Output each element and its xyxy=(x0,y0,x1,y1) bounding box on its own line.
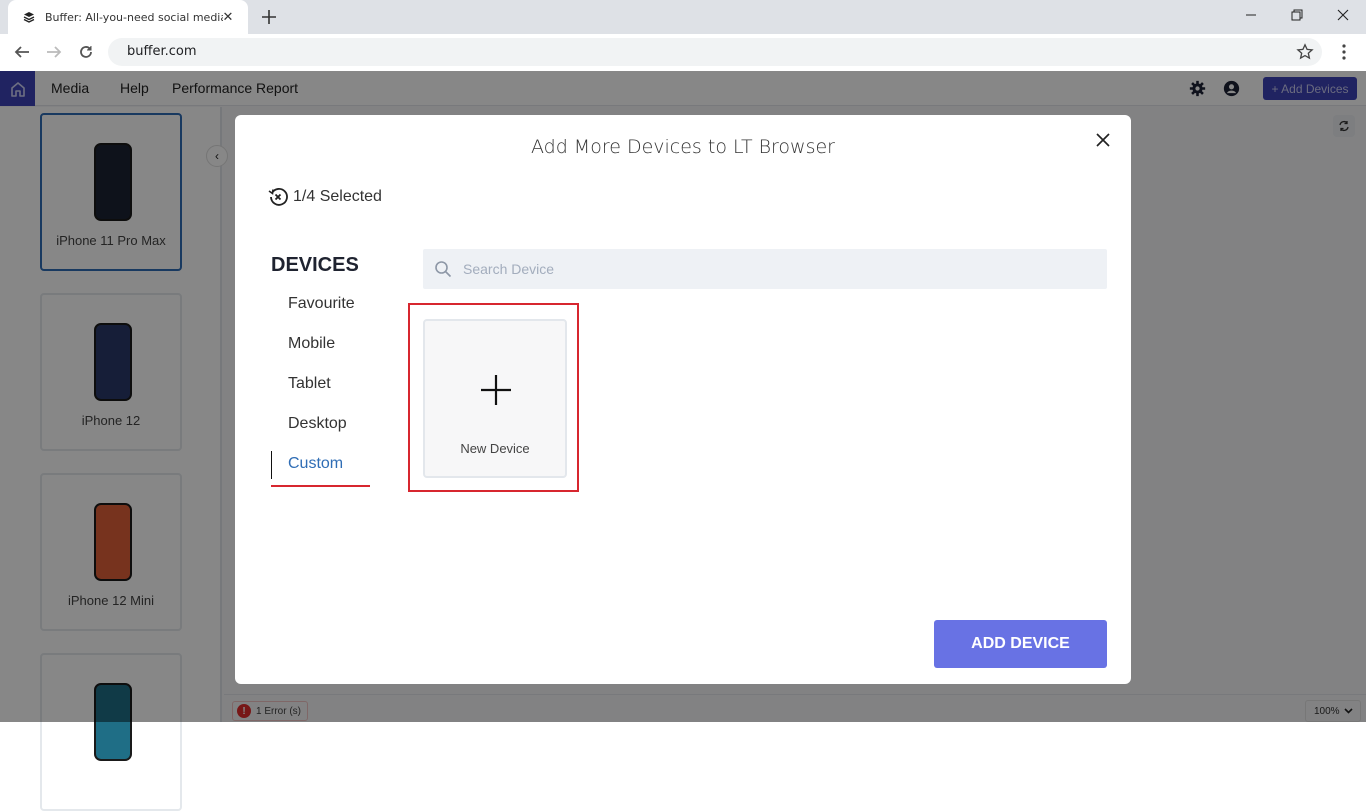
url-text: buffer.com xyxy=(127,44,197,59)
close-modal-button[interactable] xyxy=(1092,129,1114,151)
new-device-card[interactable]: New Device xyxy=(423,319,567,478)
reload-icon xyxy=(80,46,92,58)
reset-selection-icon[interactable] xyxy=(268,187,288,207)
reload-button[interactable] xyxy=(74,40,98,64)
active-category-indicator xyxy=(271,451,272,479)
arrow-left-icon xyxy=(14,46,29,58)
restore-icon xyxy=(1291,9,1303,21)
address-bar[interactable]: buffer.com xyxy=(108,38,1322,66)
category-custom[interactable]: Custom xyxy=(288,455,343,473)
back-button[interactable] xyxy=(10,40,34,64)
close-icon xyxy=(1096,133,1110,147)
forward-button[interactable] xyxy=(42,40,66,64)
add-devices-modal: Add More Devices to LT Browser 1/4 Selec… xyxy=(235,115,1131,684)
category-desktop[interactable]: Desktop xyxy=(288,415,347,433)
selection-counter: 1/4 Selected xyxy=(268,187,382,207)
search-device-box xyxy=(423,249,1107,289)
close-tab-icon[interactable]: ✕ xyxy=(220,9,236,25)
new-tab-button[interactable] xyxy=(258,6,280,28)
category-tablet[interactable]: Tablet xyxy=(288,375,331,393)
tab-title: Buffer: All-you-need social media toolki… xyxy=(45,10,223,24)
category-favourite[interactable]: Favourite xyxy=(288,295,355,313)
plus-icon xyxy=(481,375,511,405)
close-icon xyxy=(1337,9,1349,21)
arrow-right-icon xyxy=(47,46,62,58)
active-category-underline xyxy=(271,485,370,487)
devices-heading: DEVICES xyxy=(271,254,359,276)
category-mobile[interactable]: Mobile xyxy=(288,335,335,353)
selected-count: 1/4 Selected xyxy=(293,188,382,205)
plus-icon xyxy=(262,10,276,24)
add-device-button[interactable]: ADD DEVICE xyxy=(934,620,1107,668)
search-icon xyxy=(435,261,452,278)
close-window-button[interactable] xyxy=(1320,0,1366,30)
restore-button[interactable] xyxy=(1274,0,1320,30)
browser-tab-strip: Buffer: All-you-need social media toolki… xyxy=(0,0,1366,34)
new-device-label: New Device xyxy=(460,441,530,456)
kebab-icon[interactable] xyxy=(1336,42,1352,62)
star-icon[interactable] xyxy=(1296,43,1314,61)
buffer-stack-icon xyxy=(22,10,36,24)
browser-toolbar: buffer.com xyxy=(0,34,1366,71)
browser-tab[interactable]: Buffer: All-you-need social media toolki… xyxy=(8,0,248,34)
minimize-button[interactable] xyxy=(1228,0,1274,30)
minimize-icon xyxy=(1246,14,1256,16)
search-device-input[interactable] xyxy=(463,249,1083,289)
modal-title: Add More Devices to LT Browser xyxy=(530,136,835,158)
